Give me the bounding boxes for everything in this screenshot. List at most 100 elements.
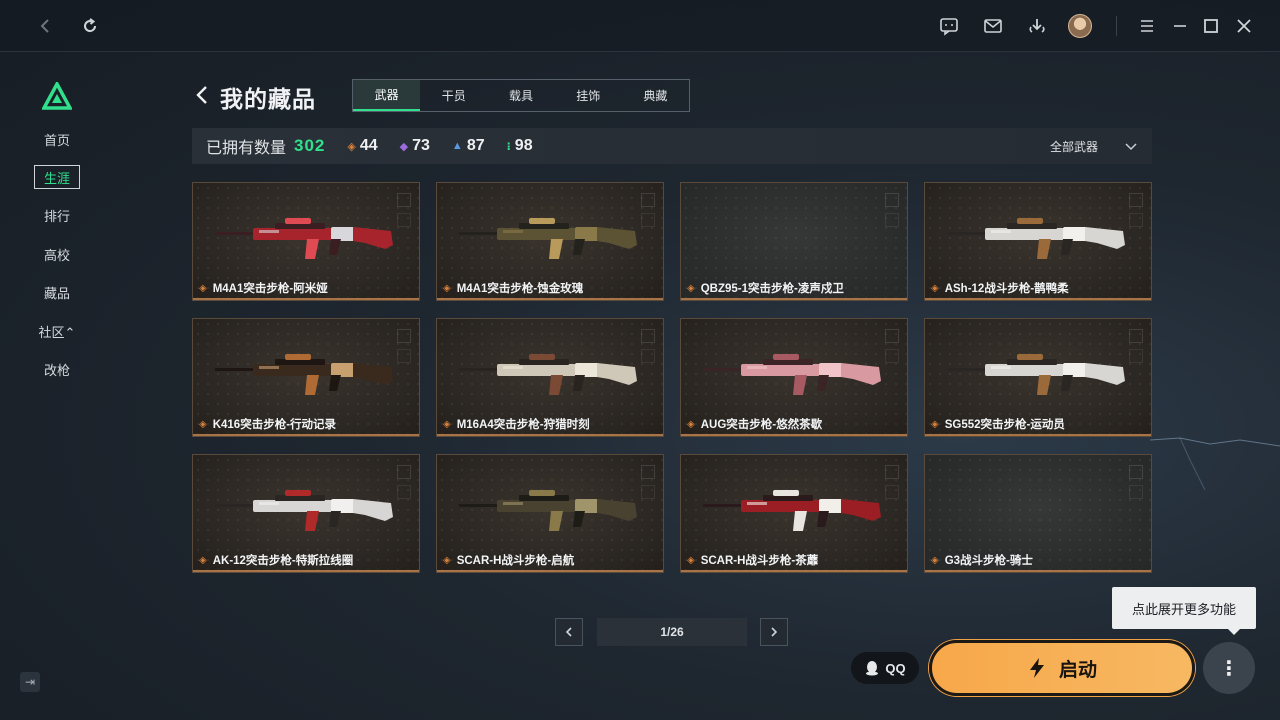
- qq-login-button[interactable]: QQ: [851, 652, 919, 684]
- weapon-name-text: AUG突击步枪-悠然茶歇: [700, 419, 823, 431]
- title-bar: [0, 0, 1280, 52]
- collapse-sidebar-icon[interactable]: ⇥: [20, 672, 40, 692]
- mail-icon[interactable]: [981, 14, 1005, 38]
- rarity-diamond-icon: ◈: [931, 282, 939, 294]
- menu-icon[interactable]: [1135, 14, 1159, 38]
- page-indicator: 1/26: [597, 618, 747, 646]
- card-corner-decoration: [397, 465, 411, 479]
- minimize-icon[interactable]: [1168, 14, 1192, 38]
- sidebar-item-university[interactable]: 高校: [34, 242, 80, 266]
- maximize-icon[interactable]: [1199, 14, 1223, 38]
- weapon-image: [703, 354, 881, 395]
- weapon-card[interactable]: ◈ QBZ95-1突击步枪-凌声戍卫: [680, 182, 908, 301]
- rarity-diamond-icon: ◈: [443, 282, 451, 294]
- purple-diamond-icon: ◆: [399, 140, 409, 153]
- stats-bar: 已拥有数量 302 ◈ 44 ◆ 73 ▲ 87 ⁝ 98 全部武器: [192, 128, 1152, 164]
- weapon-filter-dropdown[interactable]: 全部武器: [1050, 128, 1138, 164]
- card-corner-decoration: [397, 213, 411, 227]
- avatar[interactable]: [1068, 14, 1092, 38]
- weapon-name: ◈ G3战斗步枪-骑士: [931, 552, 1033, 568]
- card-corner-decoration: [397, 485, 411, 499]
- weapon-card[interactable]: ◈ SCAR-H战斗步枪-启航: [436, 454, 664, 573]
- rarity-diamond-icon: ◈: [443, 418, 451, 430]
- divider: [1116, 16, 1117, 36]
- card-corner-decoration: [1129, 193, 1143, 207]
- weapon-card[interactable]: ◈ G3战斗步枪-骑士: [924, 454, 1152, 573]
- weapon-name: ◈ M4A1突击步枪-阿米娅: [199, 280, 328, 296]
- sidebar-item-career[interactable]: 生涯: [34, 165, 80, 189]
- lightning-icon: [1029, 658, 1044, 678]
- card-corner-decoration: [641, 349, 655, 363]
- owned-count-label: 已拥有数量: [206, 140, 287, 157]
- weapon-image: [215, 218, 393, 259]
- card-corner-decoration: [397, 329, 411, 343]
- chevron-down-icon: [1125, 143, 1137, 151]
- weapon-name-text: SCAR-H战斗步枪-启航: [456, 555, 575, 567]
- weapon-card[interactable]: ◈ M4A1突击步枪-蚀金玫瑰: [436, 182, 664, 301]
- stat-value: 44: [359, 137, 378, 154]
- weapon-name: ◈ ASh-12战斗步枪-鹊鸭柔: [931, 280, 1069, 296]
- weapon-card[interactable]: ◈ K416突击步枪-行动记录: [192, 318, 420, 437]
- weapon-card[interactable]: ◈ SCAR-H战斗步枪-茶蘼: [680, 454, 908, 573]
- card-corner-decoration: [641, 329, 655, 343]
- qq-label: QQ: [885, 660, 906, 676]
- weapon-card[interactable]: ◈ ASh-12战斗步枪-鹊鸭柔: [924, 182, 1152, 301]
- weapon-name-text: M16A4突击步枪-狩猎时刻: [456, 419, 590, 431]
- card-corner-decoration: [641, 213, 655, 227]
- weapon-image: [703, 490, 881, 531]
- tab-operators[interactable]: 干员: [420, 80, 487, 111]
- background-crack-decoration: [1150, 437, 1280, 491]
- weapon-name: ◈ SCAR-H战斗步枪-茶蘼: [687, 552, 818, 568]
- weapon-image: [947, 218, 1125, 259]
- weapon-card[interactable]: ◈ M16A4突击步枪-狩猎时刻: [436, 318, 664, 437]
- weapon-card[interactable]: ◈ M4A1突击步枪-阿米娅: [192, 182, 420, 301]
- rarity-diamond-icon: ◈: [687, 418, 695, 430]
- weapon-name: ◈ AK-12突击步枪-特斯拉线圈: [199, 552, 353, 568]
- tab-charms[interactable]: 挂饰: [555, 80, 622, 111]
- prev-page-button[interactable]: [555, 618, 583, 646]
- tab-vehicles[interactable]: 载具: [487, 80, 554, 111]
- app-logo-icon[interactable]: [42, 82, 72, 110]
- back-arrow-icon[interactable]: [192, 84, 214, 106]
- weapon-name-text: AK-12突击步枪-特斯拉线圈: [212, 555, 354, 567]
- weapon-name-text: ASh-12战斗步枪-鹊鸭柔: [944, 283, 1069, 295]
- chat-icon[interactable]: [937, 14, 961, 38]
- weapon-card[interactable]: ◈ SG552突击步枪-运动员: [924, 318, 1152, 437]
- rarity-diamond-icon: ◈: [931, 418, 939, 430]
- sidebar-item-home[interactable]: 首页: [34, 127, 80, 151]
- card-corner-decoration: [885, 465, 899, 479]
- rarity-diamond-icon: ◈: [199, 418, 207, 430]
- tab-weapons[interactable]: 武器: [353, 80, 421, 111]
- weapon-image: [459, 218, 637, 259]
- weapon-name: ◈ QBZ95-1突击步枪-凌声戍卫: [687, 280, 844, 296]
- launch-button[interactable]: 启动: [929, 640, 1195, 696]
- card-corner-decoration: [641, 485, 655, 499]
- stat-purple: ◆ 73: [400, 137, 430, 155]
- stat-value: 73: [412, 137, 430, 154]
- card-corner-decoration: [397, 193, 411, 207]
- weapon-name: ◈ K416突击步枪-行动记录: [199, 416, 336, 432]
- weapon-image: [215, 490, 393, 531]
- sidebar-item-collection[interactable]: 藏品: [34, 280, 80, 304]
- weapon-card[interactable]: ◈ AK-12突击步枪-特斯拉线圈: [192, 454, 420, 573]
- sidebar-item-ranking[interactable]: 排行: [34, 203, 80, 227]
- weapon-image: [215, 354, 393, 395]
- card-corner-decoration: [1129, 485, 1143, 499]
- close-icon[interactable]: [1232, 14, 1256, 38]
- sidebar-item-community[interactable]: 社区⌃: [34, 319, 80, 343]
- sidebar-item-gunsmith[interactable]: 改枪: [34, 357, 80, 381]
- tab-collection[interactable]: 典藏: [622, 80, 689, 111]
- back-icon[interactable]: [34, 14, 58, 38]
- rarity-diamond-icon: ◈: [443, 554, 451, 566]
- weapon-name-text: G3战斗步枪-骑士: [944, 555, 1033, 567]
- card-corner-decoration: [641, 465, 655, 479]
- weapon-image: [459, 490, 637, 531]
- card-corner-decoration: [641, 193, 655, 207]
- chevron-right-icon: [771, 627, 778, 637]
- more-options-button[interactable]: ⋮: [1203, 642, 1255, 694]
- weapon-card[interactable]: ◈ AUG突击步枪-悠然茶歇: [680, 318, 908, 437]
- next-page-button[interactable]: [760, 618, 788, 646]
- rarity-diamond-icon: ◈: [687, 554, 695, 566]
- download-icon[interactable]: [1025, 14, 1049, 38]
- refresh-icon[interactable]: [78, 14, 102, 38]
